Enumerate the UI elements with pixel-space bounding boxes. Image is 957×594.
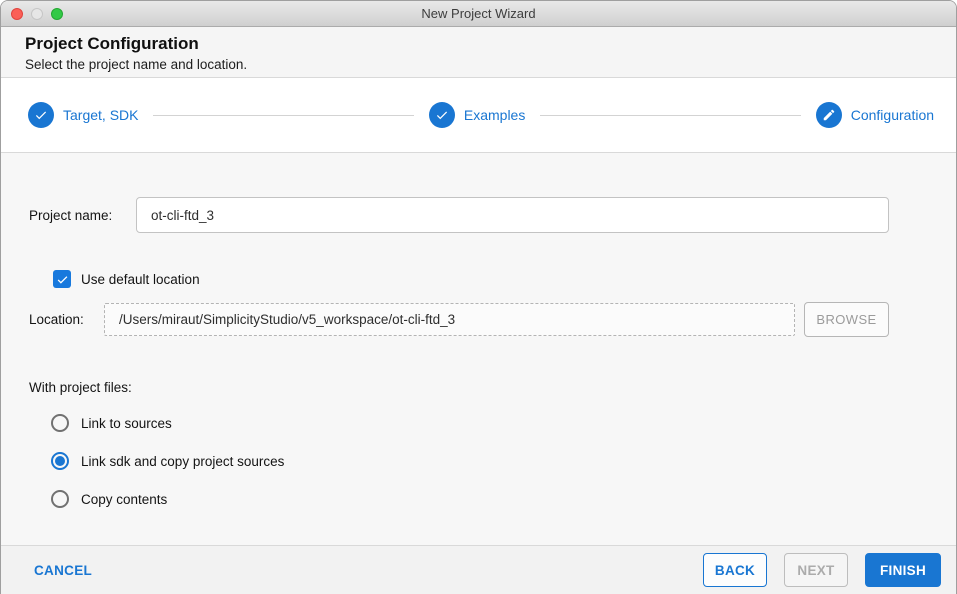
step-label: Configuration bbox=[850, 107, 935, 123]
location-input[interactable] bbox=[104, 303, 795, 336]
use-default-location-checkbox[interactable] bbox=[53, 270, 71, 288]
use-default-location-row[interactable]: Use default location bbox=[29, 270, 889, 288]
radio-icon[interactable] bbox=[51, 490, 69, 508]
check-icon bbox=[428, 102, 455, 128]
window-title: New Project Wizard bbox=[421, 6, 536, 21]
page-subtitle: Select the project name and location. bbox=[25, 57, 248, 72]
location-row: Location: BROWSE bbox=[29, 302, 889, 337]
step-examples[interactable]: Examples bbox=[428, 102, 526, 128]
project-name-label: Project name: bbox=[29, 207, 113, 223]
radio-label: Link to sources bbox=[81, 415, 172, 431]
cancel-button[interactable]: CANCEL bbox=[34, 563, 92, 578]
step-connector bbox=[540, 114, 801, 116]
configuration-form: Project name: Use default location Locat… bbox=[1, 153, 956, 545]
titlebar: New Project Wizard bbox=[1, 1, 956, 27]
zoom-window-button[interactable] bbox=[51, 7, 63, 20]
step-label: Examples bbox=[463, 107, 526, 123]
wizard-stepper: Target, SDK Examples Configuration bbox=[1, 78, 956, 153]
step-target-sdk[interactable]: Target, SDK bbox=[28, 102, 138, 128]
project-name-row: Project name: bbox=[29, 197, 889, 233]
project-name-input[interactable] bbox=[136, 197, 889, 233]
step-configuration[interactable]: Configuration bbox=[815, 102, 935, 128]
radio-selected-icon[interactable] bbox=[51, 452, 69, 470]
radio-copy-contents[interactable]: Copy contents bbox=[29, 490, 889, 508]
close-window-button[interactable] bbox=[11, 7, 23, 20]
footer-buttons: BACK NEXT FINISH bbox=[703, 553, 941, 587]
wizard-header: Project Configuration Select the project… bbox=[1, 27, 956, 78]
radio-label: Copy contents bbox=[81, 491, 168, 507]
minimize-window-button[interactable] bbox=[31, 7, 43, 20]
with-project-files-label: With project files: bbox=[29, 380, 132, 395]
wizard-footer: CANCEL BACK NEXT FINISH bbox=[1, 545, 956, 594]
location-label: Location: bbox=[29, 312, 84, 327]
step-label: Target, SDK bbox=[63, 107, 139, 123]
radio-link-sdk-copy-sources[interactable]: Link sdk and copy project sources bbox=[29, 452, 889, 470]
next-button[interactable]: NEXT bbox=[784, 553, 848, 587]
step-connector bbox=[153, 114, 414, 116]
new-project-wizard-dialog: New Project Wizard Project Configuration… bbox=[0, 0, 957, 594]
browse-button[interactable]: BROWSE bbox=[804, 302, 889, 337]
finish-button[interactable]: FINISH bbox=[865, 553, 941, 587]
back-button[interactable]: BACK bbox=[703, 553, 767, 587]
radio-link-to-sources[interactable]: Link to sources bbox=[29, 414, 889, 432]
radio-label: Link sdk and copy project sources bbox=[81, 453, 285, 469]
check-icon bbox=[28, 102, 54, 128]
pencil-icon bbox=[815, 102, 842, 128]
traffic-lights bbox=[11, 7, 63, 20]
use-default-location-label: Use default location bbox=[81, 271, 200, 287]
page-title: Project Configuration bbox=[25, 34, 199, 53]
radio-icon[interactable] bbox=[51, 414, 69, 432]
